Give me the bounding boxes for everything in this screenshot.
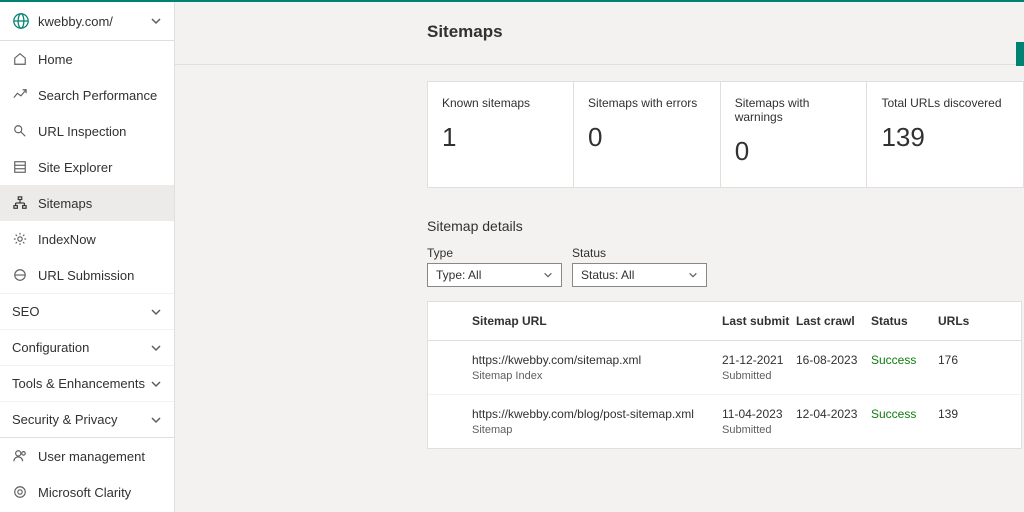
clarity-icon <box>12 484 28 500</box>
nav-group-configuration[interactable]: Configuration <box>0 329 174 365</box>
nav-label: URL Inspection <box>38 124 126 139</box>
globe-icon <box>12 12 30 30</box>
url-count: 176 <box>938 353 978 367</box>
table-header: Sitemap URL Last submit Last crawl Statu… <box>428 302 1021 341</box>
chevron-down-icon <box>150 15 162 27</box>
gear-icon <box>12 231 28 247</box>
stat-label: Known sitemaps <box>442 96 559 110</box>
select-value: Status: All <box>581 268 634 282</box>
table-row[interactable]: https://kwebby.com/blog/post-sitemap.xml… <box>428 395 1021 448</box>
nav-label: URL Submission <box>38 268 134 283</box>
nav-microsoft-clarity[interactable]: Microsoft Clarity <box>0 474 174 510</box>
nav-home[interactable]: Home <box>0 41 174 77</box>
stat-sitemaps-warnings[interactable]: Sitemaps with warnings 0 <box>721 81 868 188</box>
sitemap-details-heading: Sitemap details <box>427 218 1024 234</box>
stat-value: 0 <box>588 122 706 153</box>
stat-label: Sitemaps with errors <box>588 96 706 110</box>
stat-sitemaps-errors[interactable]: Sitemaps with errors 0 <box>574 81 721 188</box>
chevron-down-icon <box>688 270 698 280</box>
nav-label: Microsoft Clarity <box>38 485 131 500</box>
search-icon <box>12 123 28 139</box>
nav-sitemaps[interactable]: Sitemaps <box>0 185 174 221</box>
sitemap-kind: Sitemap Index <box>472 370 722 382</box>
sitemap-url: https://kwebby.com/blog/post-sitemap.xml <box>472 407 722 421</box>
page-title: Sitemaps <box>175 22 1024 42</box>
nav-site-explorer[interactable]: Site Explorer <box>0 149 174 185</box>
nav-user-management[interactable]: User management <box>0 438 174 474</box>
nav-label: User management <box>38 449 145 464</box>
nav-group-label: Security & Privacy <box>12 412 117 427</box>
url-count: 139 <box>938 407 978 421</box>
nav-label: Home <box>38 52 73 67</box>
nav-group-label: Tools & Enhancements <box>12 376 145 391</box>
nav-label: Search Performance <box>38 88 157 103</box>
filters-row: Type Type: All Status Status: All <box>427 246 1024 287</box>
site-name: kwebby.com/ <box>38 14 150 29</box>
last-submit-date: 21-12-2021 <box>722 353 796 367</box>
nav-label: Sitemaps <box>38 196 92 211</box>
nav-url-submission[interactable]: URL Submission <box>0 257 174 293</box>
main-content: Sitemaps Known sitemaps 1 Sitemaps with … <box>175 2 1024 512</box>
th-status[interactable]: Status <box>871 314 938 328</box>
trend-icon <box>12 87 28 103</box>
chevron-down-icon <box>543 270 553 280</box>
chevron-down-icon <box>150 306 162 318</box>
stat-total-urls[interactable]: Total URLs discovered 139 <box>867 81 1024 188</box>
th-urls[interactable]: URLs <box>938 314 978 328</box>
submit-status: Submitted <box>722 370 796 382</box>
chevron-down-icon <box>150 378 162 390</box>
chevron-down-icon <box>150 414 162 426</box>
last-crawl-date: 16-08-2023 <box>796 353 871 367</box>
stat-cards-row: Known sitemaps 1 Sitemaps with errors 0 … <box>427 81 1024 188</box>
stat-value: 139 <box>881 122 1009 153</box>
site-selector[interactable]: kwebby.com/ <box>0 2 174 41</box>
home-icon <box>12 51 28 67</box>
nav-search-performance[interactable]: Search Performance <box>0 77 174 113</box>
nav-group-label: Configuration <box>12 340 89 355</box>
sitemap-icon <box>12 195 28 211</box>
filter-status-select[interactable]: Status: All <box>572 263 707 287</box>
status-badge: Success <box>871 407 938 421</box>
nav-url-inspection[interactable]: URL Inspection <box>0 113 174 149</box>
sitemap-kind: Sitemap <box>472 424 722 436</box>
submit-status: Submitted <box>722 424 796 436</box>
sidebar: kwebby.com/ Home Search Performance URL … <box>0 2 175 512</box>
last-submit-date: 11-04-2023 <box>722 407 796 421</box>
stat-known-sitemaps[interactable]: Known sitemaps 1 <box>427 81 574 188</box>
nav-label: Site Explorer <box>38 160 112 175</box>
th-last-submit[interactable]: Last submit <box>722 314 796 328</box>
status-badge: Success <box>871 353 938 367</box>
chevron-down-icon <box>150 342 162 354</box>
explorer-icon <box>12 159 28 175</box>
nav-group-tools[interactable]: Tools & Enhancements <box>0 365 174 401</box>
table-row[interactable]: https://kwebby.com/sitemap.xml Sitemap I… <box>428 341 1021 395</box>
submit-sitemap-button[interactable] <box>1016 42 1024 66</box>
nav-group-label: SEO <box>12 304 39 319</box>
last-crawl-date: 12-04-2023 <box>796 407 871 421</box>
nav-label: IndexNow <box>38 232 96 247</box>
stat-value: 0 <box>735 136 853 167</box>
stat-value: 1 <box>442 122 559 153</box>
nav-indexnow[interactable]: IndexNow <box>0 221 174 257</box>
header-divider <box>175 64 1024 65</box>
th-last-crawl[interactable]: Last crawl <box>796 314 871 328</box>
select-value: Type: All <box>436 268 481 282</box>
filter-type-label: Type <box>427 246 562 260</box>
user-icon <box>12 448 28 464</box>
nav-group-seo[interactable]: SEO <box>0 293 174 329</box>
stat-label: Sitemaps with warnings <box>735 96 853 124</box>
nav-group-security[interactable]: Security & Privacy <box>0 401 174 438</box>
sitemap-url: https://kwebby.com/sitemap.xml <box>472 353 722 367</box>
filter-type-select[interactable]: Type: All <box>427 263 562 287</box>
link-icon <box>12 267 28 283</box>
filter-status-label: Status <box>572 246 707 260</box>
stat-label: Total URLs discovered <box>881 96 1009 110</box>
th-url[interactable]: Sitemap URL <box>442 314 722 328</box>
sitemap-table: Sitemap URL Last submit Last crawl Statu… <box>427 301 1022 449</box>
